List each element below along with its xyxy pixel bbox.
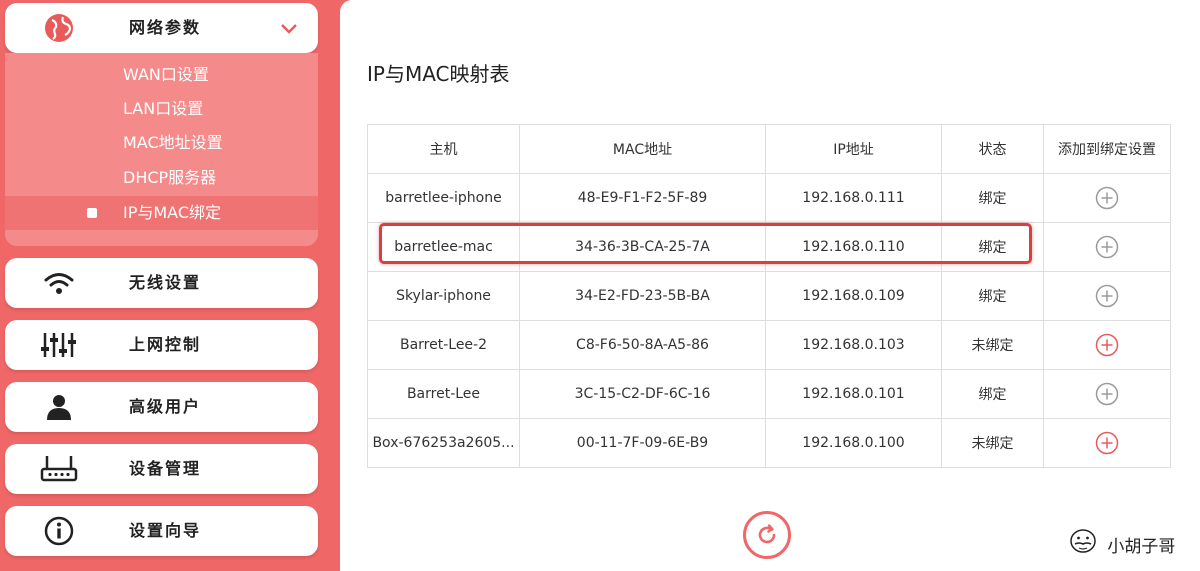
menu-wireless[interactable]: 无线设置 [5, 258, 318, 308]
globe-icon [39, 12, 79, 44]
submenu-mac[interactable]: MAC地址设置 [5, 126, 318, 160]
menu-access-control[interactable]: 上网控制 [5, 320, 318, 370]
submenu-ip-mac-binding[interactable]: IP与MAC绑定 [5, 196, 318, 230]
menu-setup-wizard[interactable]: 设置向导 [5, 506, 318, 556]
add-binding-button[interactable] [1043, 173, 1171, 223]
main-panel: IP与MAC映射表 主机 MAC地址 IP地址 状态 添加到绑定设置 barre… [340, 0, 1200, 571]
wifi-icon [39, 267, 79, 299]
cell-mac: C8-F6-50-8A-A5-86 [519, 320, 766, 370]
header-host: 主机 [367, 124, 520, 174]
submenu-dhcp[interactable]: DHCP服务器 [5, 161, 318, 195]
cell-mac: 34-E2-FD-23-5B-BA [519, 271, 766, 321]
header-add-binding: 添加到绑定设置 [1043, 124, 1171, 174]
table-row: barretlee-iphone 48-E9-F1-F2-5F-89 192.1… [367, 173, 1171, 223]
sidebar: 网络参数 WAN口设置 LAN口设置 MAC地址设置 DHCP服务器 IP与MA… [0, 0, 330, 571]
refresh-button[interactable] [743, 511, 791, 559]
active-bullet-icon [87, 208, 97, 218]
menu-network-label: 网络参数 [129, 18, 202, 37]
refresh-icon [758, 524, 776, 544]
face-icon [1068, 527, 1098, 567]
chevron-down-icon[interactable] [280, 20, 298, 34]
ip-mac-table: 主机 MAC地址 IP地址 状态 添加到绑定设置 barretlee-iphon… [367, 124, 1171, 468]
info-icon [39, 515, 79, 547]
plus-circle-icon[interactable] [1045, 333, 1170, 357]
menu-access-control-label: 上网控制 [129, 335, 202, 354]
submenu-wan[interactable]: WAN口设置 [5, 58, 318, 92]
user-icon [39, 391, 79, 423]
submenu-lan[interactable]: LAN口设置 [5, 92, 318, 126]
watermark: 小胡子哥 [1068, 527, 1175, 561]
plus-circle-icon[interactable] [1045, 235, 1170, 259]
table-header-row: 主机 MAC地址 IP地址 状态 添加到绑定设置 [367, 124, 1171, 174]
cell-ip: 192.168.0.101 [765, 369, 942, 419]
cell-mac: 3C-15-C2-DF-6C-16 [519, 369, 766, 419]
table-row: Barret-Lee-2 C8-F6-50-8A-A5-86 192.168.0… [367, 320, 1171, 370]
cell-host: barretlee-iphone [367, 173, 520, 223]
cell-ip: 192.168.0.103 [765, 320, 942, 370]
add-binding-button[interactable] [1043, 222, 1171, 272]
menu-setup-wizard-label: 设置向导 [129, 521, 202, 540]
cell-status: 绑定 [941, 173, 1044, 223]
menu-advanced-user[interactable]: 高级用户 [5, 382, 318, 432]
menu-wireless-label: 无线设置 [129, 273, 202, 292]
cell-status: 绑定 [941, 369, 1044, 419]
add-binding-button[interactable] [1043, 369, 1171, 419]
plus-circle-icon[interactable] [1045, 284, 1170, 308]
table-row: Skylar-iphone 34-E2-FD-23-5B-BA 192.168.… [367, 271, 1171, 321]
menu-network[interactable]: 网络参数 [5, 3, 318, 53]
row-highlight-annotation [379, 223, 1032, 264]
cell-mac: 00-11-7F-09-6E-B9 [519, 418, 766, 468]
header-mac: MAC地址 [519, 124, 766, 174]
submenu-ip-mac-binding-label: IP与MAC绑定 [123, 203, 222, 222]
cell-status: 未绑定 [941, 320, 1044, 370]
table-row: Box-676253a2605... 00-11-7F-09-6E-B9 192… [367, 418, 1171, 468]
plus-circle-icon[interactable] [1045, 431, 1170, 455]
cell-ip: 192.168.0.109 [765, 271, 942, 321]
menu-device-management[interactable]: 设备管理 [5, 444, 318, 494]
menu-device-management-label: 设备管理 [129, 459, 202, 478]
add-binding-button[interactable] [1043, 271, 1171, 321]
cell-ip: 192.168.0.111 [765, 173, 942, 223]
menu-advanced-user-label: 高级用户 [129, 397, 202, 416]
add-binding-button[interactable] [1043, 320, 1171, 370]
router-icon [39, 453, 79, 485]
sliders-icon [39, 329, 79, 361]
cell-mac: 48-E9-F1-F2-5F-89 [519, 173, 766, 223]
cell-ip: 192.168.0.100 [765, 418, 942, 468]
watermark-text: 小胡子哥 [1107, 537, 1176, 557]
header-ip: IP地址 [765, 124, 942, 174]
cell-status: 未绑定 [941, 418, 1044, 468]
cell-host: Barret-Lee [367, 369, 520, 419]
header-status: 状态 [941, 124, 1044, 174]
network-submenu: WAN口设置 LAN口设置 MAC地址设置 DHCP服务器 IP与MAC绑定 [5, 53, 318, 246]
cell-host: Skylar-iphone [367, 271, 520, 321]
cell-host: Box-676253a2605... [367, 418, 520, 468]
plus-circle-icon[interactable] [1045, 186, 1170, 210]
cell-host: Barret-Lee-2 [367, 320, 520, 370]
plus-circle-icon[interactable] [1045, 382, 1170, 406]
add-binding-button[interactable] [1043, 418, 1171, 468]
cell-status: 绑定 [941, 271, 1044, 321]
page-title: IP与MAC映射表 [367, 62, 510, 86]
table-row: Barret-Lee 3C-15-C2-DF-6C-16 192.168.0.1… [367, 369, 1171, 419]
